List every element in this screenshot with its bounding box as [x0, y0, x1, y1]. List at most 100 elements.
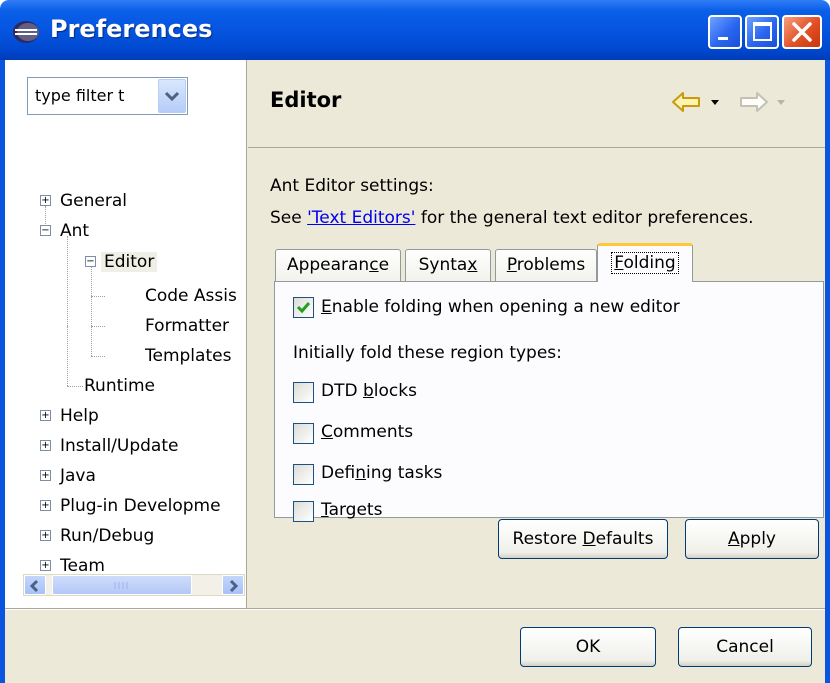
tree-guide [67, 236, 68, 326]
defining-tasks-label[interactable]: Defining tasks [321, 463, 442, 483]
tree-item-plugin-development[interactable]: Plug-in Developme [57, 493, 224, 519]
label-text: locks [373, 381, 417, 401]
tab-syntax[interactable]: Syntax [405, 249, 491, 281]
tree-item-runtime[interactable]: Runtime [81, 373, 158, 399]
horizontal-scrollbar[interactable] [23, 574, 245, 596]
collapse-icon[interactable]: − [85, 256, 96, 267]
button-label: efaults [595, 529, 654, 549]
comments-checkbox[interactable] [293, 423, 314, 444]
targets-checkbox[interactable] [293, 501, 314, 522]
window-frame-right [825, 60, 830, 683]
expand-icon[interactable]: + [40, 440, 51, 451]
tree-guide [91, 296, 105, 297]
text-editors-link[interactable]: 'Text Editors' [307, 208, 415, 228]
defining-tasks-checkbox[interactable] [293, 464, 314, 485]
scroll-left-button[interactable] [24, 575, 46, 595]
label-text: ing tasks [366, 463, 443, 483]
tree-item-templates[interactable]: Templates [142, 343, 234, 369]
tree-item-label: Team [60, 556, 105, 576]
label-text: Defi [321, 463, 356, 483]
tree-item-ant[interactable]: Ant [57, 218, 92, 244]
see-text-editors-line: See 'Text Editors' for the general text … [270, 208, 754, 228]
tab-label-mnemonic: c [369, 255, 379, 275]
region-types-label: Initially fold these region types: [293, 343, 562, 363]
label-mnemonic: C [321, 422, 333, 442]
tab-label: Synta [418, 255, 468, 275]
page-header: Editor [248, 60, 825, 148]
button-label-mnemonic: D [582, 529, 596, 549]
tree-item-help[interactable]: Help [57, 403, 102, 429]
tree-item-formatter[interactable]: Formatter [142, 313, 232, 339]
button-label: Restore [512, 529, 583, 549]
back-arrow-icon[interactable] [671, 90, 703, 114]
tab-label: Appearan [286, 255, 370, 275]
expand-icon[interactable]: + [40, 500, 51, 511]
chevron-left-icon [29, 579, 39, 593]
cancel-button[interactable]: Cancel [678, 627, 812, 667]
label-text: DTD [321, 381, 363, 401]
page-title: Editor [270, 88, 342, 112]
tab-appearance[interactable]: Appearance [275, 249, 401, 281]
tree-item-code-assist[interactable]: Code Assis [142, 283, 240, 309]
button-label-mnemonic: A [727, 529, 740, 549]
scrollbar-thumb[interactable] [52, 575, 192, 595]
checkmark-icon [296, 302, 311, 314]
close-button[interactable] [782, 15, 822, 49]
expand-icon[interactable]: + [40, 470, 51, 481]
eclipse-icon [13, 21, 39, 43]
enable-folding-label[interactable]: Enable folding when opening a new editor [321, 297, 680, 317]
preferences-navigation: type filter t + General − Ant − Editor C… [5, 60, 247, 608]
expand-icon[interactable]: + [40, 530, 51, 541]
tree-guide [67, 326, 68, 386]
label-text: nable folding when opening a new editor [331, 297, 680, 317]
tab-label-mnemonic: P [506, 255, 517, 275]
tab-folding[interactable]: Folding [597, 243, 693, 282]
tree-item-label: Runtime [84, 376, 156, 396]
apply-button[interactable]: Apply [685, 519, 819, 559]
targets-label[interactable]: Targets [321, 500, 382, 520]
window-title: Preferences [50, 15, 213, 43]
collapse-icon[interactable]: − [40, 225, 51, 236]
tab-focus-outline: Folding [611, 252, 679, 274]
chevron-right-icon [229, 579, 239, 593]
back-history-dropdown-icon[interactable] [709, 90, 721, 114]
tree-item-label: Editor [101, 252, 158, 272]
tree-item-general[interactable]: General [57, 188, 130, 214]
button-label: pply [739, 529, 776, 549]
minimize-button[interactable] [708, 15, 742, 49]
tree-item-install-update[interactable]: Install/Update [57, 433, 181, 459]
expand-icon[interactable]: + [40, 560, 51, 571]
tree-item-java[interactable]: Java [57, 463, 99, 489]
tree-guide [91, 326, 105, 327]
see-prefix: See [270, 208, 308, 228]
tab-problems[interactable]: Problems [495, 249, 597, 281]
tab-label-mnemonic: x [467, 255, 478, 275]
scroll-right-button[interactable] [222, 575, 244, 595]
tree-item-label: Install/Update [60, 436, 179, 456]
tree-item-run-debug[interactable]: Run/Debug [57, 523, 157, 549]
tree-item-editor[interactable]: Editor [101, 249, 158, 275]
tree-item-label: Run/Debug [60, 526, 155, 546]
minimize-icon [718, 37, 728, 40]
tree-item-label: Java [60, 466, 96, 486]
dtd-blocks-checkbox[interactable] [293, 382, 314, 403]
label-mnemonic: b [362, 381, 374, 401]
forward-arrow-icon[interactable] [737, 90, 769, 114]
title-bar[interactable]: Preferences [0, 0, 830, 60]
grip-icon [114, 582, 128, 589]
preferences-tree[interactable]: + General − Ant − Editor Code Assis Form… [5, 60, 247, 576]
tree-item-label: General [60, 191, 127, 211]
tree-item-label: Ant [60, 221, 90, 241]
tree-item-label: Formatter [145, 316, 230, 336]
forward-history-dropdown-icon[interactable] [775, 90, 787, 114]
enable-folding-checkbox[interactable] [293, 297, 314, 318]
folding-tab-panel: Enable folding when opening a new editor… [274, 281, 824, 522]
dtd-blocks-label[interactable]: DTD blocks [321, 381, 417, 401]
tree-item-label: Plug-in Developme [60, 496, 221, 516]
expand-icon[interactable]: + [40, 410, 51, 421]
restore-defaults-button[interactable]: Restore Defaults [498, 519, 668, 559]
comments-label[interactable]: Comments [321, 422, 413, 442]
expand-icon[interactable]: + [40, 195, 51, 206]
ok-button[interactable]: OK [520, 627, 656, 667]
maximize-button[interactable] [745, 15, 779, 49]
